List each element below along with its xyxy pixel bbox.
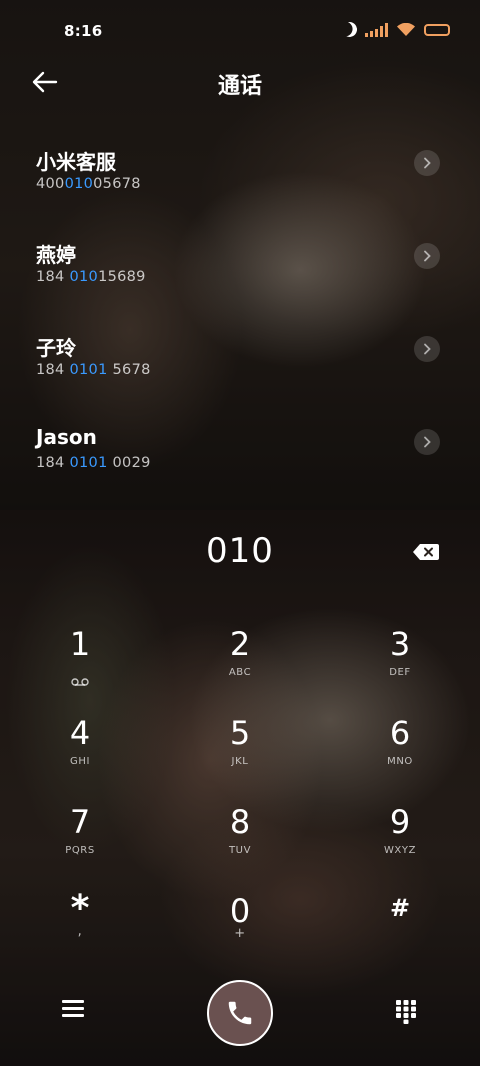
key-digit: 4 <box>69 714 91 752</box>
key-letters: TUV <box>228 845 252 856</box>
key-letters: + <box>234 926 246 941</box>
matched-digits: 0101 <box>69 362 108 378</box>
moon-icon <box>340 20 359 39</box>
key-4[interactable]: 4 GHI <box>25 712 135 788</box>
key-letters: DEF <box>389 667 411 678</box>
key-6[interactable]: 6 MNO <box>345 712 455 788</box>
key-digit: 6 <box>389 714 411 752</box>
chevron-right-icon[interactable] <box>414 429 440 455</box>
dialpad-grid-icon[interactable] <box>396 1000 416 1024</box>
key-letters: ABC <box>228 667 252 678</box>
contact-name: 小米客服 <box>36 150 116 174</box>
wifi-icon <box>396 22 416 37</box>
key-digit: 5 <box>229 714 251 752</box>
key-1[interactable]: 1 <box>25 623 135 699</box>
matched-digits: 010 <box>64 176 94 192</box>
key-5[interactable]: 5 JKL <box>185 712 295 788</box>
key-letters: JKL <box>231 756 249 767</box>
key-digit: 9 <box>389 803 411 841</box>
key-letters: MNO <box>387 756 413 767</box>
phone-icon <box>228 1001 252 1025</box>
status-time: 8:16 <box>64 22 103 40</box>
chevron-right-icon[interactable] <box>414 150 440 176</box>
key-digit: 7 <box>69 803 91 841</box>
key-digit: # <box>389 894 411 922</box>
contact-item[interactable]: 子玲 184 0101 5678 <box>0 320 480 413</box>
key-letters: PQRS <box>65 845 95 856</box>
contact-results-list: 小米客服 40001005678 燕婷 184 01015689 子玲 184 … <box>0 134 480 506</box>
key-2[interactable]: 2 ABC <box>185 623 295 699</box>
contact-item[interactable]: Jason 184 0101 0029 <box>0 413 480 506</box>
key-letters: WXYZ <box>383 845 417 856</box>
chevron-right-icon[interactable] <box>414 336 440 362</box>
key-7[interactable]: 7 PQRS <box>25 801 135 877</box>
key-0[interactable]: 0 + <box>185 890 295 966</box>
key-star[interactable]: * , <box>25 890 135 966</box>
key-digit: 8 <box>229 803 251 841</box>
key-letters: GHI <box>69 756 91 767</box>
key-3[interactable]: 3 DEF <box>345 623 455 699</box>
key-digit: 1 <box>69 625 91 663</box>
chevron-right-icon[interactable] <box>414 243 440 269</box>
contact-item[interactable]: 燕婷 184 01015689 <box>0 227 480 320</box>
menu-icon[interactable] <box>62 1000 84 1020</box>
contact-number: 40001005678 <box>36 176 141 192</box>
call-button[interactable] <box>207 980 273 1046</box>
key-8[interactable]: 8 TUV <box>185 801 295 877</box>
key-digit: 3 <box>389 625 411 663</box>
contact-name: Jason <box>36 425 97 449</box>
key-digit: * <box>70 888 90 929</box>
voicemail-icon <box>71 671 89 690</box>
matched-digits: 010 <box>69 269 99 285</box>
page-title: 通话 <box>217 74 262 99</box>
key-9[interactable]: 9 WXYZ <box>345 801 455 877</box>
matched-digits: 0101 <box>69 455 108 471</box>
status-icons <box>342 22 450 37</box>
key-letters: , <box>77 924 83 939</box>
key-hash[interactable]: # <box>345 890 455 966</box>
backspace-icon[interactable] <box>412 542 440 562</box>
contact-name: 子玲 <box>36 336 76 360</box>
status-bar: 8:16 <box>0 0 480 64</box>
battery-icon <box>424 23 450 36</box>
contact-number: 184 0101 0029 <box>36 455 151 471</box>
key-digit: 2 <box>229 625 251 663</box>
contact-item[interactable]: 小米客服 40001005678 <box>0 134 480 227</box>
signal-icon <box>365 22 388 37</box>
contact-name: 燕婷 <box>36 243 76 267</box>
contact-number: 184 01015689 <box>36 269 146 285</box>
contact-number: 184 0101 5678 <box>36 362 151 378</box>
dial-number-display[interactable]: 010 <box>0 531 480 571</box>
